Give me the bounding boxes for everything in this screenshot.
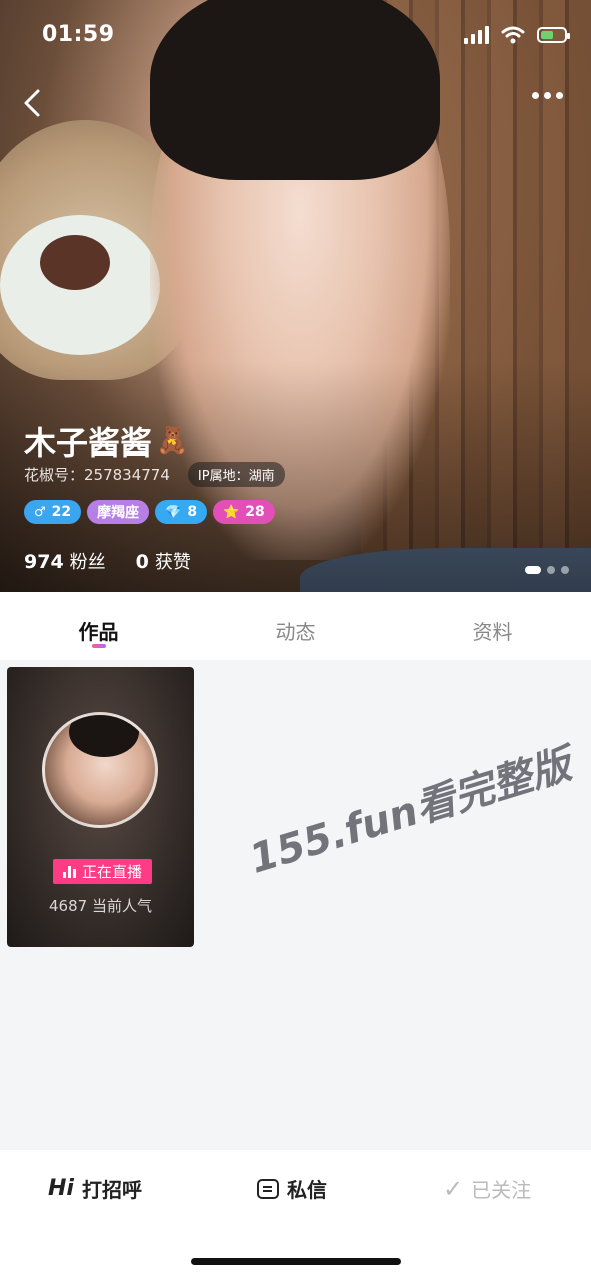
more-dot-icon (556, 92, 563, 99)
live-popularity: 4687 当前人气 (49, 897, 152, 915)
status-time: 01:59 (42, 22, 115, 47)
hi-icon: Hi (48, 1176, 74, 1201)
greet-button[interactable]: Hi 打招呼 (48, 1174, 142, 1203)
zodiac-badge: 摩羯座 (87, 500, 150, 524)
tab-moments[interactable]: 动态 (197, 592, 394, 660)
male-icon: ♂ (34, 504, 46, 520)
battery-icon (537, 27, 570, 43)
cellular-signal-icon (464, 26, 489, 44)
profile-name-text: 木子酱酱 (24, 424, 153, 462)
fans-stat[interactable]: 974 粉丝 (24, 548, 106, 574)
profile-id: 花椒号：257834774 (24, 466, 170, 484)
profile-badges: ♂ 22 摩羯座 💎 8 ⭐ 28 (24, 500, 275, 524)
more-options-button[interactable] (532, 92, 563, 99)
age-value: 22 (51, 504, 72, 520)
more-dot-icon (544, 92, 551, 99)
live-stream-card[interactable]: 正在直播 4687 当前人气 (7, 667, 194, 947)
tab-works[interactable]: 作品 (0, 592, 197, 660)
live-bars-icon (63, 865, 76, 878)
ip-location-badge: IP属地：湖南 (187, 462, 285, 487)
page-dot-active (525, 566, 541, 574)
page-dot (561, 566, 569, 574)
fans-label: 粉丝 (69, 552, 106, 573)
message-button[interactable]: 私信 (257, 1174, 327, 1203)
star-level-badge: ⭐ 28 (213, 500, 275, 524)
likes-label: 获赞 (154, 552, 191, 573)
follow-label: 已关注 (471, 1178, 532, 1202)
page-dot (547, 566, 555, 574)
profile-tabs: 作品 动态 资料 (0, 592, 591, 660)
profile-name: 木子酱酱 🧸 (24, 418, 188, 464)
star-icon: ⭐ (223, 504, 240, 520)
profile-stats: 974 粉丝 0 获赞 (24, 548, 191, 574)
likes-stat[interactable]: 0 获赞 (136, 548, 191, 574)
greet-label: 打招呼 (81, 1178, 142, 1202)
more-dot-icon (532, 92, 539, 99)
live-now-badge: 正在直播 (53, 859, 153, 884)
status-bar: 01:59 (0, 0, 591, 72)
teddy-bear-icon: 🧸 (156, 426, 189, 456)
message-label: 私信 (287, 1178, 327, 1202)
follow-button[interactable]: ✓ 已关注 (443, 1174, 531, 1203)
wifi-icon (501, 26, 525, 44)
profile-id-row: 花椒号：257834774 IP属地：湖南 (24, 462, 285, 487)
gender-age-badge: ♂ 22 (24, 500, 82, 524)
live-now-label: 正在直播 (82, 863, 143, 881)
likes-count: 0 (135, 551, 149, 573)
check-icon: ✓ (443, 1174, 464, 1203)
home-indicator[interactable] (191, 1258, 401, 1265)
chevron-left-icon (24, 89, 40, 117)
diamond-level-value: 8 (187, 504, 198, 520)
status-icons (464, 26, 570, 44)
teddy-bear-nose (40, 235, 110, 290)
cover-page-indicator (525, 566, 569, 574)
chat-bubble-icon (257, 1178, 279, 1199)
live-avatar (42, 712, 158, 828)
tab-info[interactable]: 资料 (394, 592, 591, 660)
star-level-value: 28 (245, 504, 265, 520)
back-button[interactable] (22, 88, 52, 118)
diamond-icon: 💎 (165, 504, 182, 520)
fans-count: 974 (24, 551, 64, 573)
diamond-level-badge: 💎 8 (155, 500, 208, 524)
watermark-text: 155.fun看完整版 (244, 741, 577, 883)
zodiac-value: 摩羯座 (97, 505, 140, 521)
